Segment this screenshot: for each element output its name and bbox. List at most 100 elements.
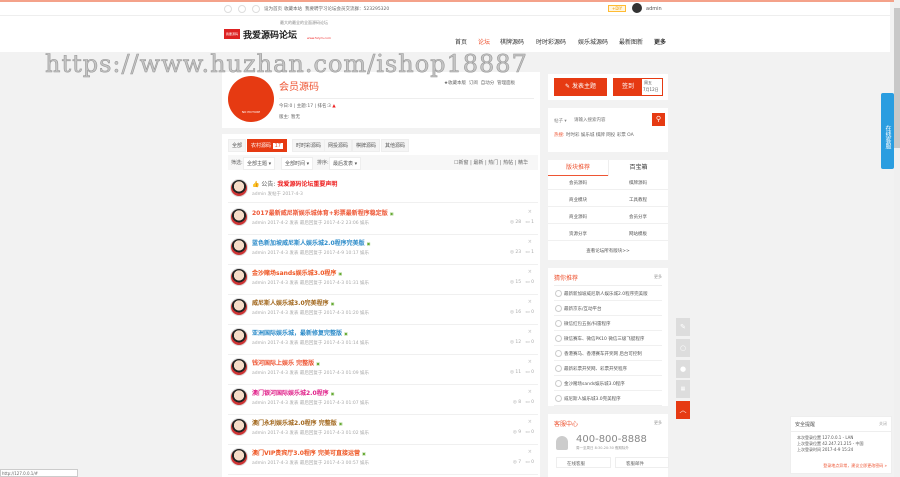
- recommend-item[interactable]: 威尼斯人娱乐城3.0完美程序: [554, 391, 662, 406]
- topic-title[interactable]: 威尼斯人娱乐城3.0完美程序 ▣: [252, 298, 335, 307]
- board-link[interactable]: 会员源码: [548, 177, 608, 190]
- search-input[interactable]: [574, 114, 650, 125]
- close-icon[interactable]: ×: [528, 209, 532, 215]
- edit-icon[interactable]: ✎: [676, 318, 690, 336]
- avatar[interactable]: [230, 179, 248, 197]
- recommend-item[interactable]: 最新新加坡威尼斯人娱乐城2.0程序完美版: [554, 286, 662, 301]
- nav-latest[interactable]: 最新图新: [619, 37, 643, 46]
- post-topic-button[interactable]: ✎ 发表主题: [554, 78, 607, 96]
- opt-latest[interactable]: 最新: [473, 160, 483, 166]
- board-link[interactable]: 棋牌源码: [608, 177, 668, 190]
- all-boards-link[interactable]: 查看论坛所有版块>>: [548, 245, 668, 258]
- nav-home[interactable]: 首页: [455, 37, 467, 46]
- logo-text[interactable]: 我爱源码论坛: [243, 28, 297, 41]
- avatar[interactable]: [230, 358, 248, 376]
- opt-digest[interactable]: 精华: [518, 160, 528, 166]
- topic-title[interactable]: 金沙赌场sands娱乐城3.0程序 ▣: [252, 268, 342, 277]
- topic-title[interactable]: 澳门永利娱乐城2.0程序 完整版 ▣: [252, 418, 343, 427]
- manage-button[interactable]: 管理面板: [497, 81, 515, 86]
- hot-link[interactable]: 棋牌: [596, 133, 605, 138]
- board-link[interactable]: 网站模板: [608, 228, 668, 241]
- nav-casino[interactable]: 娱乐城源码: [578, 37, 608, 46]
- tab-netbet[interactable]: 网投源码: [324, 139, 353, 152]
- recommend-item[interactable]: 香港赛马、香港赛车开奖网 后台可控制: [554, 346, 662, 361]
- topic-title[interactable]: 2017最新威尼斯娱乐城体育+彩票最新程序稳定版 ▣: [252, 208, 394, 217]
- recommend-item[interactable]: 微信红包五张/扫雷程序: [554, 316, 662, 331]
- tab-rural[interactable]: 农村源码 17: [247, 139, 287, 152]
- hot-link[interactable]: OA: [627, 133, 634, 138]
- topic-title[interactable]: 澳门VIP贵宾厅3.0程序 完美可直接运营 ▣: [252, 448, 366, 457]
- board-link[interactable]: 商业模块: [548, 194, 608, 207]
- avatar[interactable]: [230, 388, 248, 406]
- close-icon[interactable]: ×: [528, 299, 532, 305]
- avatar[interactable]: [230, 328, 248, 346]
- subscribe-button[interactable]: 订阅: [469, 81, 478, 86]
- recommend-item[interactable]: 最新京东/互动平台: [554, 301, 662, 316]
- search-type-select[interactable]: 帖子 ▾: [554, 118, 567, 124]
- change-password-link[interactable]: 登录地点异常，建议立即更改密码 »: [823, 463, 887, 469]
- set-home-link[interactable]: 设为首页: [264, 6, 282, 12]
- time-select[interactable]: 全部时间 ▾: [281, 157, 314, 170]
- nav-chess[interactable]: 棋牌源码: [500, 37, 524, 46]
- hot-link[interactable]: 娱乐城: [581, 133, 595, 138]
- diy-badge[interactable]: +DIY: [608, 5, 627, 12]
- recommend-item[interactable]: 微信赛车、微信PK10 微信三级飞艇程序: [554, 331, 662, 346]
- back-to-top-icon[interactable]: ︿: [676, 401, 690, 419]
- search-button[interactable]: ⚲: [652, 113, 665, 126]
- security-close[interactable]: 关闭: [879, 421, 887, 427]
- avatar[interactable]: [230, 238, 248, 256]
- tab-chess[interactable]: 棋牌源码: [352, 139, 381, 152]
- recommend-item[interactable]: 最新彩票开奖网、彩票开奖程序: [554, 361, 662, 376]
- sign-in-button[interactable]: 签到 周五 7月12日: [613, 78, 663, 96]
- type-select[interactable]: 全部主题 ▾: [243, 157, 276, 170]
- topic-title[interactable]: 钱河国际上娱乐 完整版 ▣: [252, 358, 320, 367]
- tab-other[interactable]: 其他源码: [381, 139, 410, 152]
- wechat-icon[interactable]: [238, 5, 246, 13]
- close-icon[interactable]: ×: [528, 419, 532, 425]
- avatar[interactable]: [230, 208, 248, 226]
- board-link[interactable]: 商业源码: [548, 211, 608, 224]
- topic-title[interactable]: 亚洲国际娱乐城，最新修复完整版 ▣: [252, 328, 348, 337]
- close-icon[interactable]: ×: [528, 449, 532, 455]
- board-link[interactable]: 会员分享: [608, 211, 668, 224]
- close-icon[interactable]: ×: [528, 359, 532, 365]
- online-service-button[interactable]: 在线客服: [556, 457, 611, 468]
- weibo-icon[interactable]: [224, 5, 232, 13]
- announcement-title[interactable]: 我爱源码论坛重要声明: [277, 181, 337, 188]
- new-window-checkbox[interactable]: ☐新窗: [454, 160, 469, 166]
- topic-title[interactable]: 蓝色新加坡威尼斯人娱乐城2.0程序完美版 ▣: [252, 238, 371, 247]
- qrcode-icon[interactable]: ▦: [676, 380, 690, 398]
- email-service-button[interactable]: 客服邮件: [615, 457, 669, 468]
- qq-icon[interactable]: [252, 5, 260, 13]
- avatar[interactable]: [230, 298, 248, 316]
- qq-group-link[interactable]: 我要聘学习论坛会员交流群：523295320: [305, 6, 389, 12]
- nav-lottery[interactable]: 时时彩源码: [536, 37, 566, 46]
- tab-lottery[interactable]: 时时彩源码: [292, 139, 326, 152]
- hot-link[interactable]: 时时彩: [566, 133, 580, 138]
- opt-hot[interactable]: 热门: [488, 160, 498, 166]
- wechat-float-icon[interactable]: ●: [676, 360, 690, 378]
- topic-title[interactable]: 澳门银河国际娱乐城2.0程序 ▣: [252, 388, 335, 397]
- tab-all[interactable]: 全部: [228, 139, 247, 152]
- nav-forum[interactable]: 论坛: [478, 37, 490, 46]
- hot-link[interactable]: 彩票: [617, 133, 626, 138]
- scrollbar[interactable]: [894, 0, 900, 477]
- recommend-item[interactable]: 金沙赌场sands娱乐城3.0程序: [554, 376, 662, 391]
- hot-link[interactable]: 网投: [606, 133, 615, 138]
- avatar[interactable]: [230, 418, 248, 436]
- close-icon[interactable]: ×: [528, 239, 532, 245]
- board-link[interactable]: 资源分享: [548, 228, 608, 241]
- tab-boards[interactable]: 版块推荐: [548, 160, 608, 176]
- avatar[interactable]: [230, 268, 248, 286]
- user-avatar[interactable]: [632, 3, 642, 13]
- sort-select[interactable]: 最后发表 ▾: [329, 157, 362, 170]
- close-icon[interactable]: ×: [528, 269, 532, 275]
- close-icon[interactable]: ×: [528, 329, 532, 335]
- avatar[interactable]: [230, 448, 248, 466]
- comment-icon[interactable]: ○: [676, 339, 690, 357]
- board-link[interactable]: 工具教程: [608, 194, 668, 207]
- recommend-more[interactable]: 更多: [654, 274, 662, 280]
- online-service-float[interactable]: 在线客服: [881, 93, 894, 169]
- username[interactable]: admin: [646, 6, 662, 12]
- close-icon[interactable]: ×: [528, 389, 532, 395]
